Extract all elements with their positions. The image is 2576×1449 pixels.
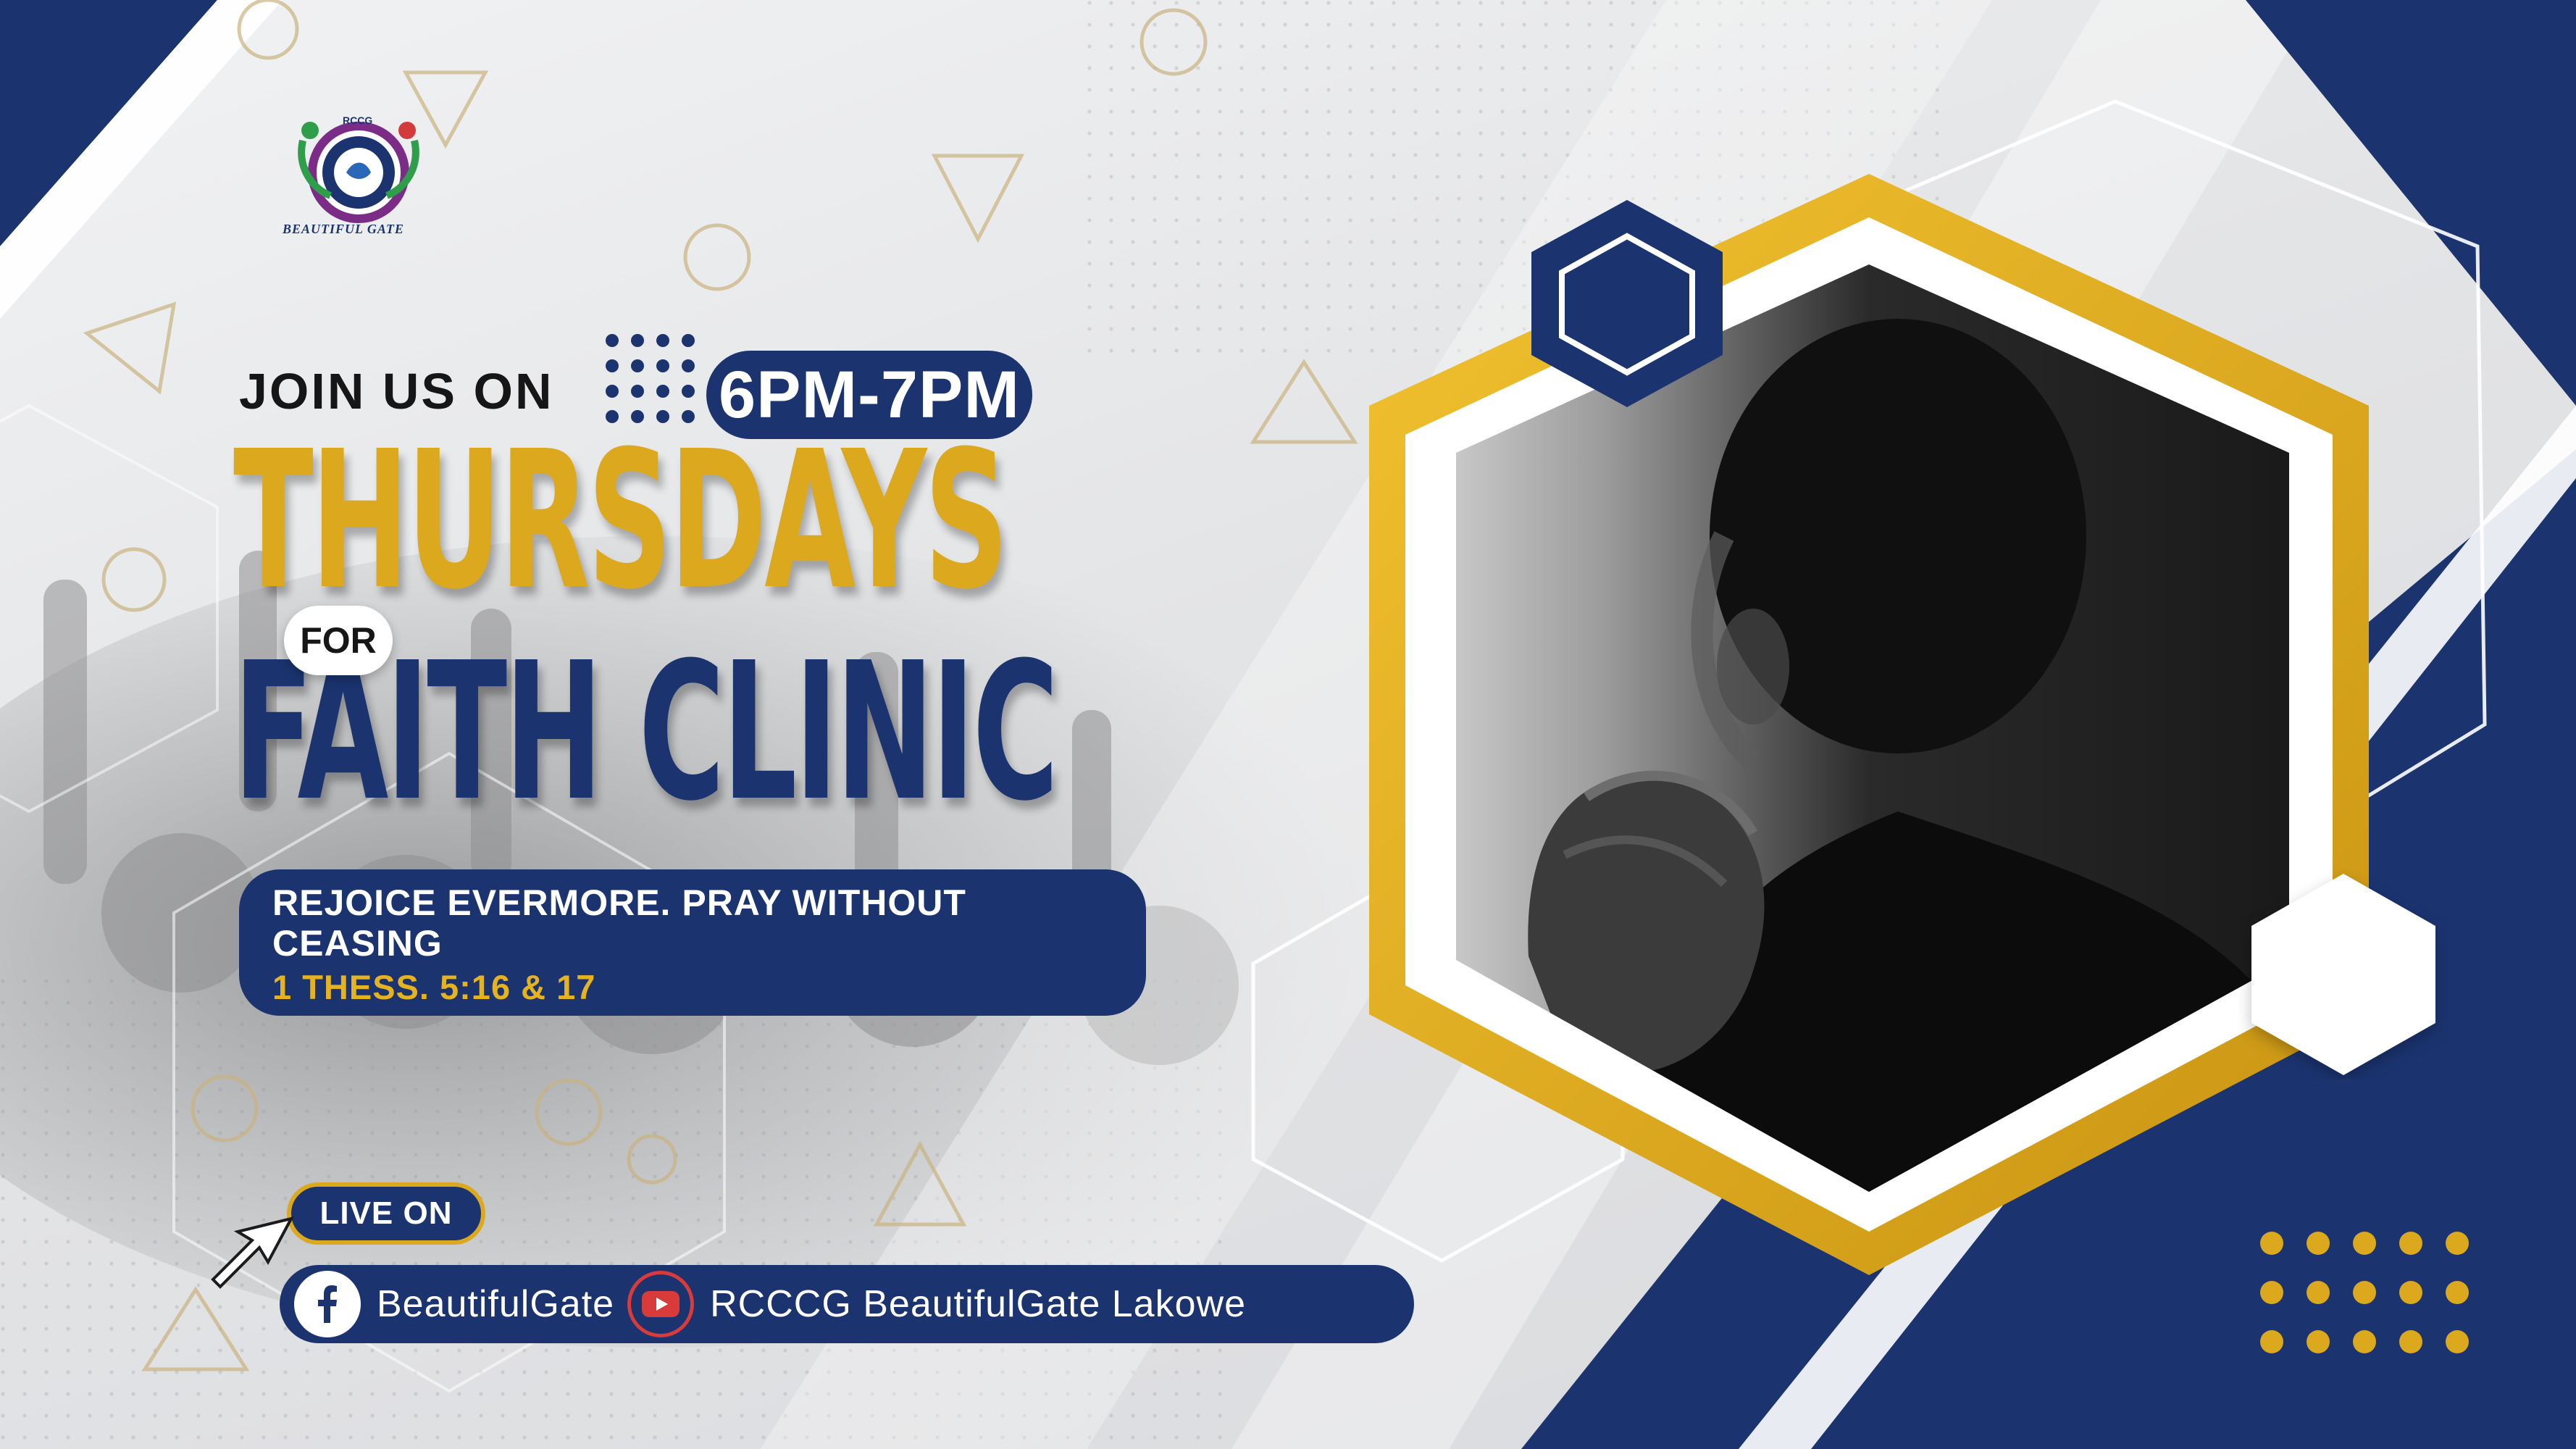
verse-reference: 1 THESS. 5:16 & 17 xyxy=(272,968,596,1006)
verse-text: REJOICE EVERMORE. PRAY WITHOUT CEASING xyxy=(272,882,966,964)
church-logo xyxy=(298,122,419,223)
logo-caption: BEAUTIFUL GATE xyxy=(283,222,404,236)
flyer-canvas: RCCG BEAUTIFUL GATE JOIN US ON 6PM-7PM T… xyxy=(0,0,2576,1449)
praying-man-photo xyxy=(1369,174,2369,1275)
youtube-icon[interactable] xyxy=(627,1271,695,1337)
facebook-icon[interactable] xyxy=(294,1271,361,1337)
live-on-badge: LIVE ON xyxy=(287,1182,485,1245)
live-on-label: LIVE ON xyxy=(319,1195,453,1231)
social-links-bar: BeautifulGate RCCCG BeautifulGate Lakowe xyxy=(280,1265,1414,1343)
title-thursdays: THURSDAYS xyxy=(233,410,1009,631)
for-text: FOR xyxy=(300,620,377,661)
hexagon-icon-white xyxy=(2251,874,2435,1075)
verse-box: REJOICE EVERMORE. PRAY WITHOUT CEASING 1… xyxy=(239,869,1146,1016)
logo-top-text: RCCG xyxy=(343,114,373,126)
facebook-handle[interactable]: BeautifulGate xyxy=(377,1282,614,1326)
hexagon-icon xyxy=(1531,200,1723,407)
youtube-channel[interactable]: RCCCG BeautifulGate Lakowe xyxy=(710,1282,1246,1326)
for-badge: FOR xyxy=(284,606,393,675)
